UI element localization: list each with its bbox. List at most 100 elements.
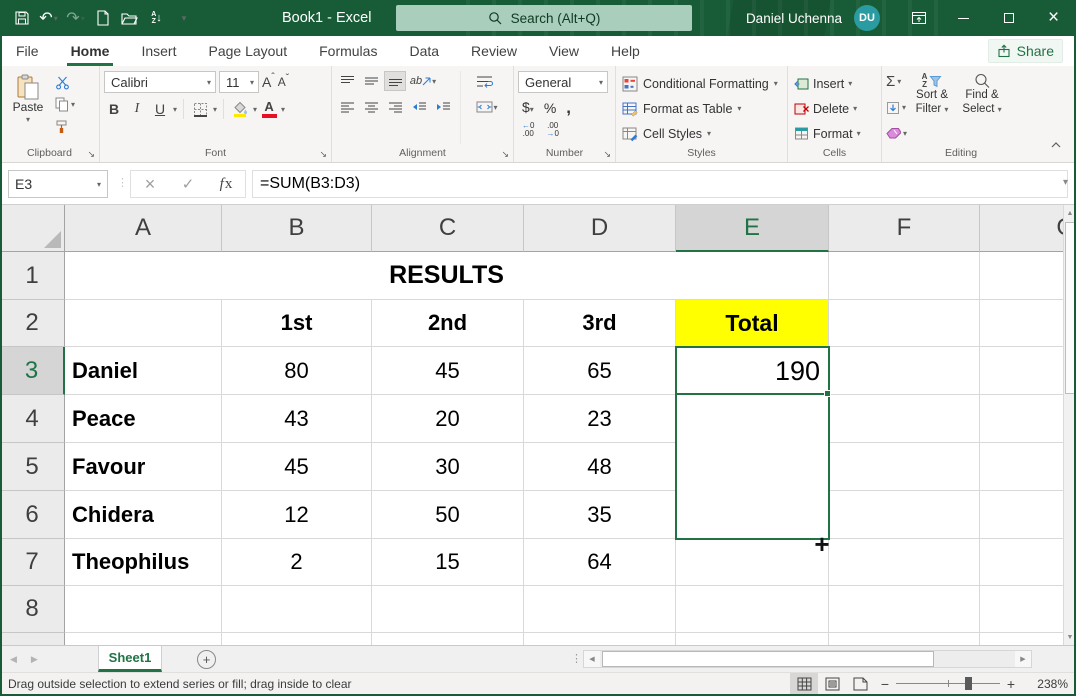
horizontal-scroll-thumb[interactable]: [602, 651, 934, 667]
row-header-4[interactable]: 4: [0, 395, 65, 443]
horizontal-scrollbar[interactable]: ◀ ▶: [583, 650, 1032, 668]
minimize-button[interactable]: [941, 0, 986, 36]
cell-b6[interactable]: 12: [222, 491, 372, 539]
font-size-combo[interactable]: 11▾: [219, 71, 259, 93]
maximize-button[interactable]: [986, 0, 1031, 36]
cell-g8[interactable]: [980, 586, 1063, 633]
tab-sheet1[interactable]: Sheet1: [98, 646, 162, 672]
add-sheet-button[interactable]: +: [197, 650, 216, 669]
cell-d2[interactable]: 3rd: [524, 300, 676, 347]
row-header-2[interactable]: 2: [0, 300, 65, 347]
cell-g9-partial[interactable]: [980, 633, 1063, 645]
cell-g6[interactable]: [980, 491, 1063, 539]
cell-c6[interactable]: 50: [372, 491, 524, 539]
bottom-align-button[interactable]: [384, 71, 406, 91]
clear-button[interactable]: ▾: [886, 122, 907, 144]
cell-e9-partial[interactable]: [676, 633, 829, 645]
cell-f6[interactable]: [829, 491, 980, 539]
tab-review[interactable]: Review: [455, 36, 533, 66]
cell-c7[interactable]: 15: [372, 539, 524, 586]
wrap-text-button[interactable]: [467, 71, 501, 91]
ribbon-display-options-button[interactable]: [896, 0, 941, 36]
top-align-button[interactable]: [336, 71, 358, 91]
scroll-left-icon[interactable]: ◀: [584, 651, 600, 667]
copy-button[interactable]: ▾: [55, 96, 75, 113]
cell-f5[interactable]: [829, 443, 980, 491]
close-button[interactable]: ×: [1031, 0, 1076, 36]
cell-f2[interactable]: [829, 300, 980, 347]
align-center-button[interactable]: [360, 97, 382, 117]
sort-filter-button[interactable]: AZ Sort & Filter ▾: [907, 71, 957, 144]
bold-button[interactable]: B: [104, 99, 124, 119]
column-header-e[interactable]: E: [676, 205, 829, 252]
cut-button[interactable]: [55, 74, 75, 91]
middle-align-button[interactable]: [360, 71, 382, 91]
insert-cells-button[interactable]: Insert▾: [792, 71, 879, 96]
number-dialog-launcher[interactable]: ↘: [603, 149, 611, 159]
open-button[interactable]: [116, 4, 143, 32]
column-header-f[interactable]: F: [829, 205, 980, 252]
column-header-d[interactable]: D: [524, 205, 676, 252]
tab-page-layout[interactable]: Page Layout: [192, 36, 303, 66]
increase-indent-button[interactable]: [432, 97, 454, 117]
tab-data[interactable]: Data: [393, 36, 455, 66]
cell-a8[interactable]: [65, 586, 222, 633]
merge-center-button[interactable]: ▾: [467, 97, 507, 117]
save-button[interactable]: [8, 4, 35, 32]
cell-f1[interactable]: [829, 252, 980, 300]
clipboard-dialog-launcher[interactable]: ↘: [87, 149, 95, 159]
cell-a3[interactable]: Daniel: [65, 347, 222, 395]
cell-g2[interactable]: [980, 300, 1063, 347]
cell-c4[interactable]: 20: [372, 395, 524, 443]
cell-g1[interactable]: [980, 252, 1063, 300]
row-header-3[interactable]: 3: [0, 347, 65, 395]
scrollbar-resize-handle[interactable]: ⋮: [571, 652, 582, 665]
page-break-preview-button[interactable]: [846, 673, 874, 695]
user-name[interactable]: Daniel Uchenna: [746, 11, 842, 26]
row-header-8[interactable]: 8: [0, 586, 65, 633]
cell-f3[interactable]: [829, 347, 980, 395]
tab-formulas[interactable]: Formulas: [303, 36, 393, 66]
zoom-slider-thumb[interactable]: [965, 677, 972, 690]
row-header-1[interactable]: 1: [0, 252, 65, 300]
column-header-a[interactable]: A: [65, 205, 222, 252]
cell-e2[interactable]: Total: [676, 300, 829, 347]
paste-button[interactable]: Paste ▾: [4, 71, 52, 144]
next-sheet-icon[interactable]: ▶: [31, 654, 38, 665]
formula-bar-handle[interactable]: ⋮: [117, 176, 128, 189]
decrease-decimal-button[interactable]: .00→0: [546, 122, 558, 138]
undo-button[interactable]: ↶▾: [35, 4, 62, 32]
page-layout-view-button[interactable]: [818, 673, 846, 695]
scroll-right-icon[interactable]: ▶: [1015, 651, 1031, 667]
expand-formula-bar-button[interactable]: ▾: [1063, 177, 1068, 188]
fill-button[interactable]: ▾: [886, 97, 907, 119]
zoom-slider[interactable]: [896, 673, 1000, 695]
enter-button[interactable]: ✓: [169, 175, 207, 193]
increase-font-size-button[interactable]: Aˆ: [262, 74, 275, 90]
align-right-button[interactable]: [384, 97, 406, 117]
orientation-button[interactable]: ab▾: [408, 71, 438, 91]
alignment-dialog-launcher[interactable]: ↘: [501, 149, 509, 159]
select-all-corner[interactable]: [0, 205, 65, 252]
column-header-b[interactable]: B: [222, 205, 372, 252]
cell-d5[interactable]: 48: [524, 443, 676, 491]
cell-f7[interactable]: [829, 539, 980, 586]
currency-format-button[interactable]: $▾: [522, 99, 534, 117]
cell-d8[interactable]: [524, 586, 676, 633]
row-header-7[interactable]: 7: [0, 539, 65, 586]
cell-b5[interactable]: 45: [222, 443, 372, 491]
font-color-button[interactable]: A: [260, 100, 278, 118]
cell-c8[interactable]: [372, 586, 524, 633]
cell-a2[interactable]: [65, 300, 222, 347]
conditional-formatting-button[interactable]: Conditional Formatting▾: [620, 71, 785, 96]
cell-d6[interactable]: 35: [524, 491, 676, 539]
formula-input[interactable]: =SUM(B3:D3): [252, 170, 1068, 198]
cell-b8[interactable]: [222, 586, 372, 633]
fill-handle[interactable]: [824, 390, 831, 397]
tab-insert[interactable]: Insert: [125, 36, 192, 66]
tab-home[interactable]: Home: [55, 36, 126, 66]
normal-view-button[interactable]: [790, 673, 818, 695]
align-left-button[interactable]: [336, 97, 358, 117]
cell-a1-merged-title[interactable]: RESULTS: [65, 252, 829, 300]
zoom-in-button[interactable]: +: [1000, 676, 1022, 692]
